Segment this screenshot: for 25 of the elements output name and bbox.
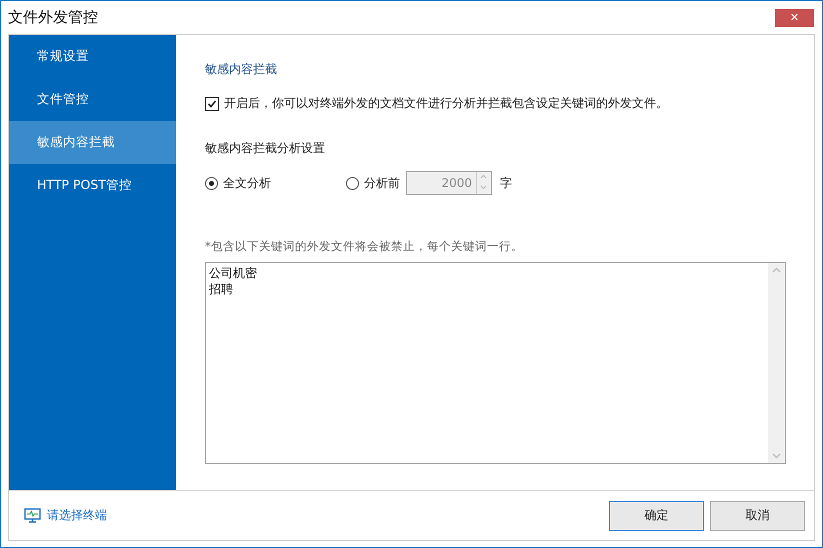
section-title: 敏感内容拦截 — [205, 61, 278, 78]
keywords-hint: *包含以下关键词的外发文件将会被禁止，每个关键词一行。 — [205, 239, 524, 254]
close-button[interactable]: ✕ — [775, 8, 814, 26]
radio-label: 分析前 — [364, 174, 400, 192]
keywords-field[interactable]: 公司机密 招聘 — [205, 262, 786, 464]
enable-label: 开启后，你可以对终端外发的文档文件进行分析并拦截包含设定关键词的外发文件。 — [224, 95, 668, 112]
ok-button[interactable]: 确定 — [609, 500, 704, 530]
analysis-title: 敏感内容拦截分析设置 — [205, 140, 326, 157]
enable-checkbox[interactable] — [205, 96, 219, 110]
keyword-line: 招聘 — [209, 281, 233, 297]
sidebar-item[interactable]: 文件管控 — [9, 78, 176, 121]
sidebar-item[interactable]: 敏感内容拦截 — [9, 121, 176, 164]
scroll-up-icon — [772, 267, 781, 273]
radio-label: 全文分析 — [223, 174, 271, 192]
keyword-line: 公司机密 — [209, 265, 257, 281]
select-terminal-link[interactable]: 请选择终端 — [24, 507, 107, 524]
monitor-icon — [24, 508, 41, 524]
scroll-down-icon — [772, 453, 781, 459]
sidebar-item[interactable]: HTTP POST管控 — [9, 164, 176, 207]
unit-label: 字 — [500, 174, 512, 192]
radio-button[interactable] — [346, 176, 359, 190]
radio-button[interactable] — [205, 176, 218, 190]
sidebar-item[interactable]: 常规设置 — [9, 35, 176, 78]
window-title: 文件外发管控 — [8, 8, 98, 27]
cancel-button[interactable]: 取消 — [710, 500, 805, 530]
